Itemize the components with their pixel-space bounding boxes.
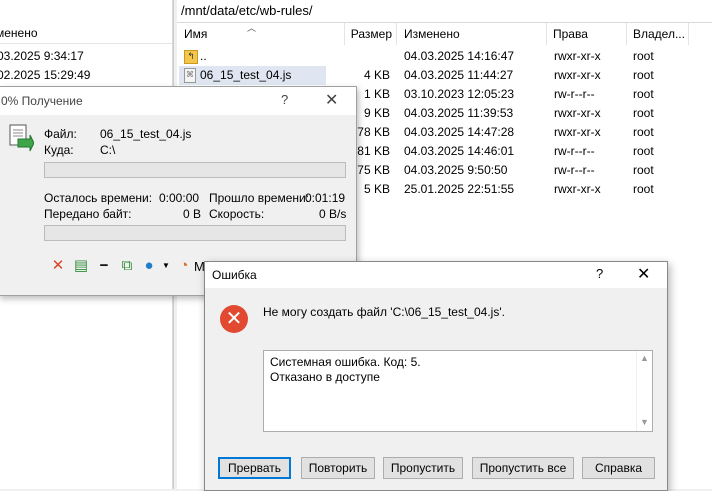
error-dialog-title: Ошибка <box>212 268 257 282</box>
download-file-icon <box>9 124 34 152</box>
skip-icon[interactable]: ▤ <box>72 257 90 275</box>
sort-asc-icon: ︿ <box>247 23 257 33</box>
close-icon[interactable]: ✕ <box>637 264 650 284</box>
left-list-item[interactable]: 02.2025 15:29:49 <box>0 66 90 85</box>
file-row[interactable]: ⌘ 06_15_test_04.js 4 KB 04.03.2025 11:44… <box>177 66 712 85</box>
help-icon[interactable]: ? <box>596 266 603 281</box>
speed-icon[interactable]: ● <box>140 257 158 275</box>
parent-folder-icon: ↰ <box>184 50 198 64</box>
bytes-value: 0 B <box>183 207 202 221</box>
elapsed-label: Прошло времени: <box>209 191 310 205</box>
time-left-label: Осталось времени: <box>44 191 153 205</box>
transfer-dialog-titlebar[interactable]: 0% Получение ? ✕ <box>0 87 356 115</box>
bytes-label: Передано байт: <box>44 207 132 221</box>
file-label: Файл: <box>44 127 77 141</box>
error-message: Не могу создать файл 'C:\06_15_test_04.j… <box>263 305 505 319</box>
abort-button[interactable]: Прервать <box>218 457 291 479</box>
details-line: Системная ошибка. Код: 5. <box>270 355 421 369</box>
help-icon[interactable]: ? <box>281 92 288 107</box>
column-header-name[interactable]: ︿ Имя <box>177 23 345 45</box>
error-icon: ✕ <box>220 305 248 333</box>
elapsed-value: 0:01:19 <box>305 191 346 205</box>
error-dialog-titlebar[interactable]: Ошибка ? ✕ <box>205 262 667 288</box>
details-line: Отказано в доступе <box>270 370 380 384</box>
cancel-icon[interactable]: ✕ <box>49 257 67 275</box>
left-column-header-label: менено <box>0 26 38 40</box>
left-column-header[interactable]: менено <box>0 23 172 44</box>
left-list-item[interactable]: 03.2025 9:34:17 <box>0 47 84 66</box>
skip-all-button[interactable]: Пропустить все <box>472 457 574 479</box>
transfer-dialog-title: 0% Получение <box>1 94 83 108</box>
dropdown-icon[interactable]: ▼ <box>157 257 175 275</box>
column-header-owner[interactable]: Владел... <box>627 23 689 45</box>
retry-button[interactable]: Повторить <box>301 457 375 479</box>
file-progress-bar <box>44 162 346 178</box>
speed-label: Скорость: <box>209 207 265 221</box>
error-dialog: Ошибка ? ✕ ✕ Не могу создать файл 'C:\06… <box>204 261 668 491</box>
destination-label: Куда: <box>44 143 74 157</box>
details-scrollbar[interactable]: ▲ ▼ <box>636 351 652 431</box>
scroll-down-icon[interactable]: ▼ <box>640 417 649 427</box>
file-value: 06_15_test_04.js <box>100 127 192 141</box>
error-details-textbox[interactable]: Системная ошибка. Код: 5. Отказано в дос… <box>263 350 653 432</box>
column-header-size[interactable]: Размер <box>345 23 397 45</box>
total-progress-bar <box>44 225 346 241</box>
current-path: /mnt/data/etc/wb-rules/ <box>181 3 313 18</box>
time-left-value: 0:00:00 <box>159 191 200 205</box>
background-icon[interactable]: ⧉ <box>118 257 136 275</box>
help-button[interactable]: Справка <box>582 457 655 479</box>
path-bar[interactable]: /mnt/data/etc/wb-rules/ <box>177 0 712 23</box>
file-row-parent[interactable]: ↰ .. 04.03.2025 14:16:47 rwxr-xr-x root <box>177 47 712 66</box>
destination-value: C:\ <box>100 143 116 157</box>
column-header-modified[interactable]: Изменено <box>397 23 547 45</box>
scroll-up-icon[interactable]: ▲ <box>640 353 649 363</box>
minimize-icon[interactable]: − <box>95 257 113 275</box>
js-file-icon: ⌘ <box>184 68 196 83</box>
close-icon[interactable]: ✕ <box>325 90 338 110</box>
speed-value: 0 B/s <box>319 207 347 221</box>
column-header-rights[interactable]: Права <box>547 23 627 45</box>
skip-button[interactable]: Пропустить <box>383 457 463 479</box>
timer-icon[interactable]: ◔ <box>175 257 193 275</box>
